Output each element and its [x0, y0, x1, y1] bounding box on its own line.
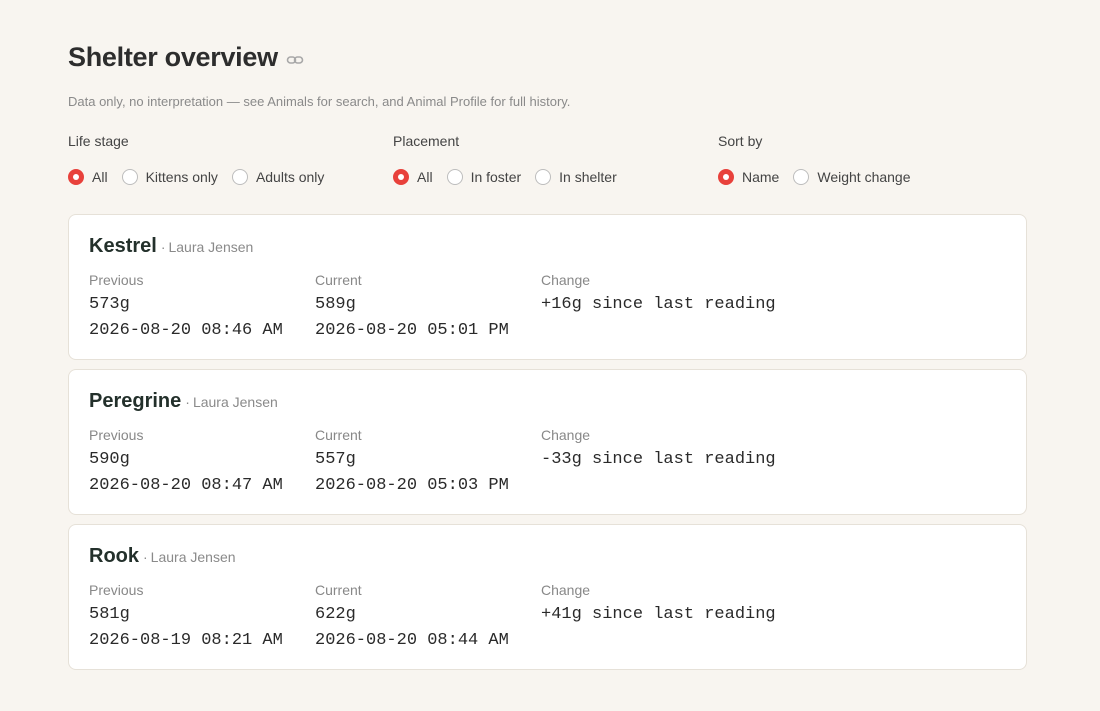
weight-change: -33g since last reading [541, 450, 776, 469]
radio-group: Name Weight change [718, 169, 925, 185]
page-title: Shelter overview [68, 42, 278, 72]
radio-group: All Kittens only Adults only [68, 169, 338, 185]
radio-option-all[interactable]: All [68, 169, 108, 185]
previous-column: Previous 573g 2026-08-20 08:46 AM [89, 272, 283, 340]
filter-label: Life stage [68, 133, 129, 149]
previous-column: Previous 581g 2026-08-19 08:21 AM [89, 582, 283, 650]
current-column: Current 557g 2026-08-20 05:03 PM [315, 427, 509, 495]
current-weight: 557g [315, 450, 356, 469]
previous-weight: 590g [89, 450, 130, 469]
link-icon[interactable] [286, 51, 304, 69]
column-label: Change [541, 582, 591, 598]
radio-option-adults-only[interactable]: Adults only [231, 169, 325, 185]
card-header: Rook · Laura Jensen [89, 545, 236, 568]
animal-card-list: Kestrel · Laura Jensen Previous 573g 202… [68, 214, 1027, 679]
animal-name: Peregrine [89, 390, 182, 412]
column-label: Previous [89, 582, 144, 598]
weight-change: +41g since last reading [541, 605, 776, 624]
column-label: Current [315, 427, 362, 443]
current-timestamp: 2026-08-20 05:01 PM [315, 321, 509, 340]
radio-label: Adults only [255, 169, 325, 185]
caretaker-name: Laura Jensen [150, 549, 236, 565]
weight-change: +16g since last reading [541, 295, 776, 314]
separator: · [185, 394, 190, 410]
radio-label: Weight change [817, 169, 911, 185]
radio-option-weight-change[interactable]: Weight change [793, 169, 911, 185]
previous-weight: 581g [89, 605, 130, 624]
radio-button[interactable] [121, 169, 138, 185]
radio-button[interactable] [718, 169, 734, 185]
filter-sort-by: Sort by Name Weight change [718, 133, 911, 185]
animal-card[interactable]: Rook · Laura Jensen Previous 581g 2026-0… [68, 524, 1027, 670]
change-column: Change +41g since last reading [541, 582, 776, 624]
radio-button[interactable] [231, 169, 248, 185]
previous-weight: 573g [89, 295, 130, 314]
column-label: Change [541, 427, 591, 443]
radio-button[interactable] [393, 169, 409, 185]
change-column: Change -33g since last reading [541, 427, 776, 469]
filter-label: Placement [393, 133, 460, 149]
animal-card[interactable]: Kestrel · Laura Jensen Previous 573g 202… [68, 214, 1027, 360]
change-column: Change +16g since last reading [541, 272, 776, 314]
column-label: Previous [89, 427, 144, 443]
radio-option-name[interactable]: Name [718, 169, 779, 185]
radio-option-in-shelter[interactable]: In shelter [535, 169, 617, 185]
radio-label: In shelter [559, 169, 617, 185]
filter-label: Sort by [718, 133, 763, 149]
radio-option-in-foster[interactable]: In foster [446, 169, 522, 185]
radio-label: Kittens only [145, 169, 218, 185]
previous-timestamp: 2026-08-20 08:47 AM [89, 476, 283, 495]
column-label: Current [315, 272, 362, 288]
column-label: Current [315, 582, 362, 598]
current-weight: 622g [315, 605, 356, 624]
caretaker-name: Laura Jensen [168, 239, 254, 255]
radio-group: All In foster In shelter [393, 169, 631, 185]
card-header: Peregrine · Laura Jensen [89, 390, 278, 413]
radio-button[interactable] [535, 169, 552, 185]
separator: · [143, 549, 148, 565]
current-weight: 589g [315, 295, 356, 314]
card-header: Kestrel · Laura Jensen [89, 235, 253, 258]
radio-button[interactable] [446, 169, 463, 185]
column-label: Previous [89, 272, 144, 288]
previous-column: Previous 590g 2026-08-20 08:47 AM [89, 427, 283, 495]
radio-option-all[interactable]: All [393, 169, 433, 185]
filter-life-stage: Life stage All Kittens only Adults only [68, 133, 324, 185]
previous-timestamp: 2026-08-19 08:21 AM [89, 631, 283, 650]
radio-label: All [417, 169, 433, 185]
animal-name: Kestrel [89, 235, 157, 257]
page-subtitle: Data only, no interpretation — see Anima… [68, 94, 571, 109]
radio-option-kittens-only[interactable]: Kittens only [121, 169, 218, 185]
title-row: Shelter overview [68, 42, 304, 73]
previous-timestamp: 2026-08-20 08:46 AM [89, 321, 283, 340]
filter-placement: Placement All In foster In shelter [393, 133, 617, 185]
radio-label: In foster [470, 169, 522, 185]
radio-label: All [92, 169, 108, 185]
filters: Life stage All Kittens only Adults only … [68, 133, 1027, 193]
current-column: Current 622g 2026-08-20 08:44 AM [315, 582, 509, 650]
radio-label: Name [742, 169, 780, 185]
current-timestamp: 2026-08-20 05:03 PM [315, 476, 509, 495]
separator: · [160, 239, 166, 255]
column-label: Change [541, 272, 591, 288]
caretaker-name: Laura Jensen [192, 394, 278, 410]
animal-card[interactable]: Peregrine · Laura Jensen Previous 590g 2… [68, 369, 1027, 515]
radio-button[interactable] [793, 169, 810, 185]
current-column: Current 589g 2026-08-20 05:01 PM [315, 272, 509, 340]
current-timestamp: 2026-08-20 08:44 AM [315, 631, 509, 650]
radio-button[interactable] [68, 169, 84, 185]
animal-name: Rook [89, 545, 139, 567]
